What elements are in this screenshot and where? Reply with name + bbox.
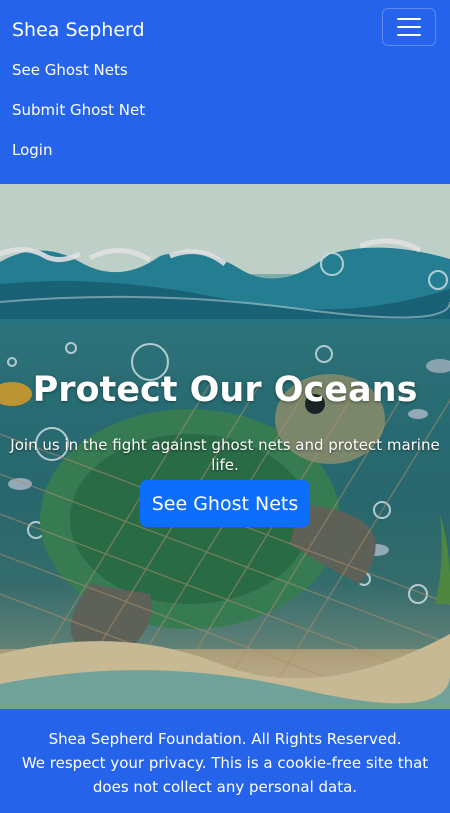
- menu-toggle-button[interactable]: [382, 8, 436, 46]
- footer-copyright: Shea Sepherd Foundation. All Rights Rese…: [48, 730, 402, 748]
- brand-link[interactable]: Shea Sepherd: [12, 17, 145, 43]
- nav-menu: See Ghost Nets Submit Ghost Net Login: [12, 60, 145, 180]
- nav-link-see-ghost-nets[interactable]: See Ghost Nets: [12, 60, 145, 80]
- footer-privacy-notice: We respect your privacy. This is a cooki…: [21, 754, 429, 796]
- hamburger-menu-icon: [397, 18, 421, 20]
- nav-link-login[interactable]: Login: [12, 140, 145, 160]
- hamburger-menu-icon-bar: [397, 26, 421, 28]
- see-ghost-nets-button[interactable]: See Ghost Nets: [140, 480, 310, 527]
- hero-subtitle: Join us in the fight against ghost nets …: [10, 436, 440, 474]
- nav-link-submit-ghost-net[interactable]: Submit Ghost Net: [12, 100, 145, 120]
- nav-item-see-ghost-nets: See Ghost Nets: [12, 60, 145, 100]
- hero-title: Protect Our Oceans: [32, 370, 418, 410]
- hamburger-menu-icon-bar: [397, 34, 421, 36]
- navbar: Shea Sepherd See Ghost Nets Submit Ghost…: [0, 0, 450, 184]
- nav-item-submit-ghost-net: Submit Ghost Net: [12, 100, 145, 140]
- footer: Shea Sepherd Foundation. All Rights Rese…: [0, 709, 450, 813]
- hero-section: Protect Our Oceans Join us in the fight …: [0, 184, 450, 709]
- nav-item-login: Login: [12, 140, 145, 180]
